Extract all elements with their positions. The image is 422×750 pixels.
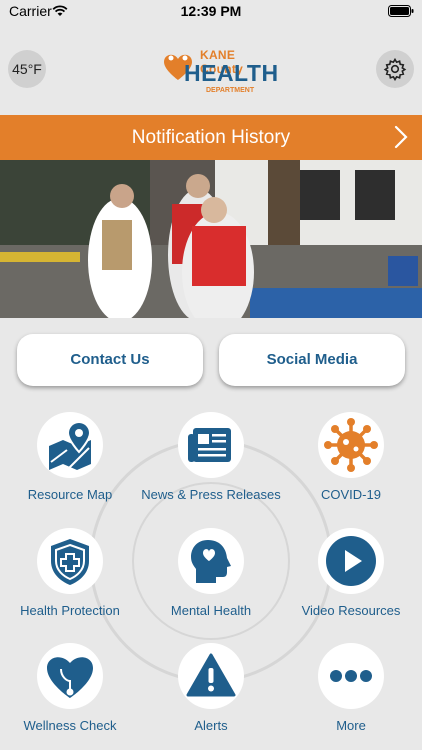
temperature-badge[interactable]: 45°F [8,50,46,88]
tile-label: Video Resources [301,603,401,618]
logo-line2: HEALTH [184,60,279,86]
chevron-right-icon [394,125,408,149]
notification-history-label: Notification History [131,127,291,148]
video-resources-circle [318,528,384,594]
tile-health-protection[interactable]: Health Protection [0,528,140,618]
resource-map-circle [37,412,103,478]
tile-label: COVID-19 [321,487,381,502]
head-heart-icon [191,540,231,583]
app-header: 45°F KANE County HEALTH DEPARTMENT [0,24,422,115]
tile-mental-health[interactable]: Mental Health [141,528,281,618]
tile-label: Wellness Check [23,718,117,733]
play-icon [326,536,376,586]
more-dots-icon [330,670,372,682]
kane-county-health-logo: KANE County HEALTH DEPARTMENT [160,46,278,98]
status-bar: Carrier 12:39 PM [0,0,422,24]
covid-circle [318,412,384,478]
tile-label: News & Press Releases [141,487,281,502]
tile-more[interactable]: More [281,643,421,733]
mental-health-circle [178,528,244,594]
more-circle [318,643,384,709]
health-protection-circle [37,528,103,594]
tile-alerts[interactable]: Alerts [141,643,281,733]
heart-stethoscope-icon [47,657,93,698]
tile-label: Mental Health [170,603,252,618]
gear-icon [383,57,407,81]
tile-label: Resource Map [27,487,113,502]
tile-news-press-releases[interactable]: News & Press Releases [141,412,281,502]
shield-cross-icon [51,539,89,585]
contact-us-button[interactable]: Contact Us [17,334,203,386]
tile-label: Health Protection [20,603,120,618]
tile-resource-map[interactable]: Resource Map [0,412,140,502]
health-workers-photo [0,160,422,318]
tile-video-resources[interactable]: Video Resources [281,528,421,618]
tile-wellness-check[interactable]: Wellness Check [0,643,140,733]
tile-label: Alerts [194,718,228,733]
logo-line3: DEPARTMENT [206,87,255,94]
news-circle [178,412,244,478]
newspaper-icon [188,428,231,462]
notification-history-bar[interactable]: Notification History [0,115,422,160]
alerts-circle [178,643,244,709]
clock: 12:39 PM [180,3,242,19]
wellness-check-circle [37,643,103,709]
tile-covid-19[interactable]: COVID-19 [281,412,421,502]
settings-button[interactable] [376,50,414,88]
hero-photo [0,160,422,318]
virus-icon [324,418,378,472]
map-pin-icon [49,420,92,470]
warning-icon [186,653,236,697]
battery-icon [388,5,414,17]
tile-label: More [336,718,366,733]
social-media-button[interactable]: Social Media [219,334,405,386]
